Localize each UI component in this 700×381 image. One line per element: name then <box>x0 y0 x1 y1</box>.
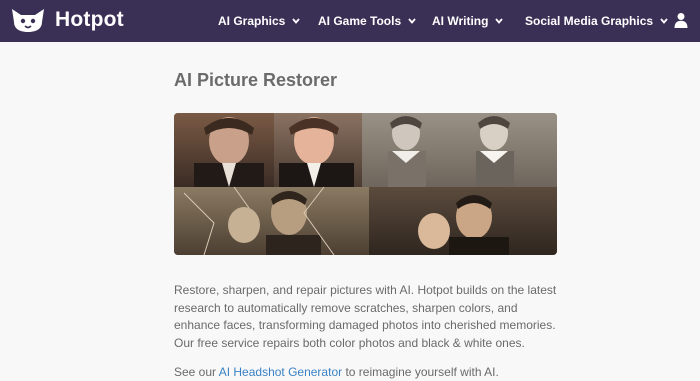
restoration-collage-image <box>174 113 557 255</box>
menu-ai-game-tools[interactable]: AI Game Tools <box>318 0 417 42</box>
page-title: AI Picture Restorer <box>174 70 338 90</box>
menu-ai-game-tools-label: AI Game Tools <box>318 14 402 28</box>
menu-ai-writing-label: AI Writing <box>432 14 489 28</box>
dog-face-logo-icon <box>12 9 44 32</box>
ai-headshot-generator-link[interactable]: AI Headshot Generator <box>219 365 342 379</box>
menu-ai-graphics[interactable]: AI Graphics <box>218 0 301 42</box>
hero-image <box>174 113 557 255</box>
brand-logo[interactable]: Hotpot <box>9 6 124 34</box>
chevron-down-icon <box>292 18 301 24</box>
chevron-down-icon <box>408 18 416 24</box>
promo-prefix: See our <box>174 365 219 379</box>
brand-name: Hotpot <box>55 8 124 31</box>
menu-social-media-graphics[interactable]: Social Media Graphics <box>525 0 669 42</box>
promo-suffix: to reimagine yourself with AI. <box>342 365 499 379</box>
headshot-promo-line: See our AI Headshot Generator to reimagi… <box>174 364 564 381</box>
menu-ai-writing[interactable]: AI Writing <box>432 0 504 42</box>
menu-ai-graphics-label: AI Graphics <box>218 14 286 28</box>
chevron-down-icon <box>495 18 504 24</box>
menu-social-media-graphics-label: Social Media Graphics <box>525 14 654 28</box>
description-paragraph: Restore, sharpen, and repair pictures wi… <box>174 283 557 350</box>
top-navbar: Hotpot AI Graphics AI Game Tools AI Writ… <box>0 0 700 42</box>
chevron-down-icon <box>660 18 668 24</box>
user-icon[interactable] <box>674 12 688 28</box>
